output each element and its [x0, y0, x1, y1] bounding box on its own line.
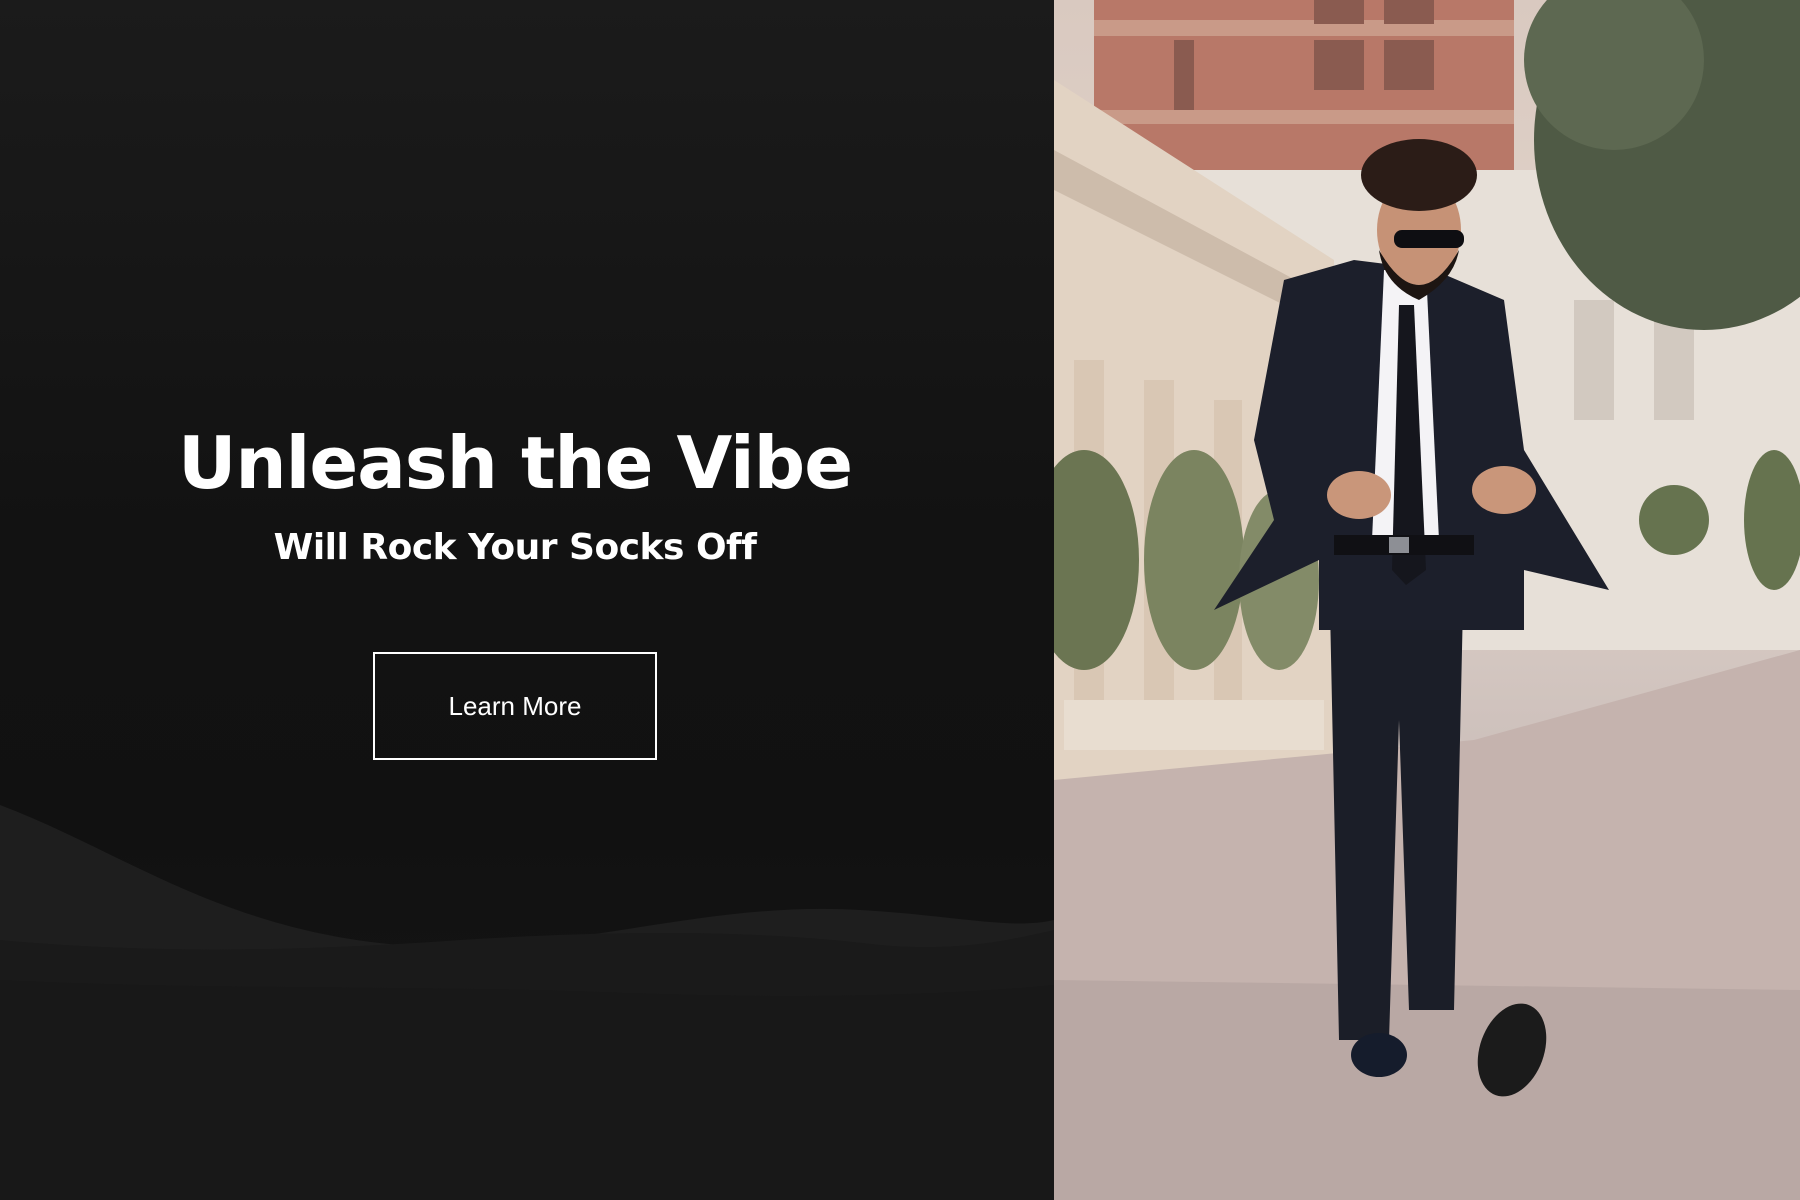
decorative-waves: [0, 805, 1054, 1200]
page: Unleash the Vibe Will Rock Your Socks Of…: [0, 0, 1800, 1200]
hero-text-panel: Unleash the Vibe Will Rock Your Socks Of…: [0, 0, 1054, 1200]
learn-more-button[interactable]: Learn More: [373, 651, 657, 760]
hero-title: Unleash the Vibe: [177, 421, 853, 505]
hero-content: Unleash the Vibe Will Rock Your Socks Of…: [0, 420, 1030, 760]
hero-photo-panel: [1054, 0, 1800, 1200]
hero-photo: [1054, 0, 1800, 1200]
hero-subtitle: Will Rock Your Socks Off: [273, 527, 757, 569]
